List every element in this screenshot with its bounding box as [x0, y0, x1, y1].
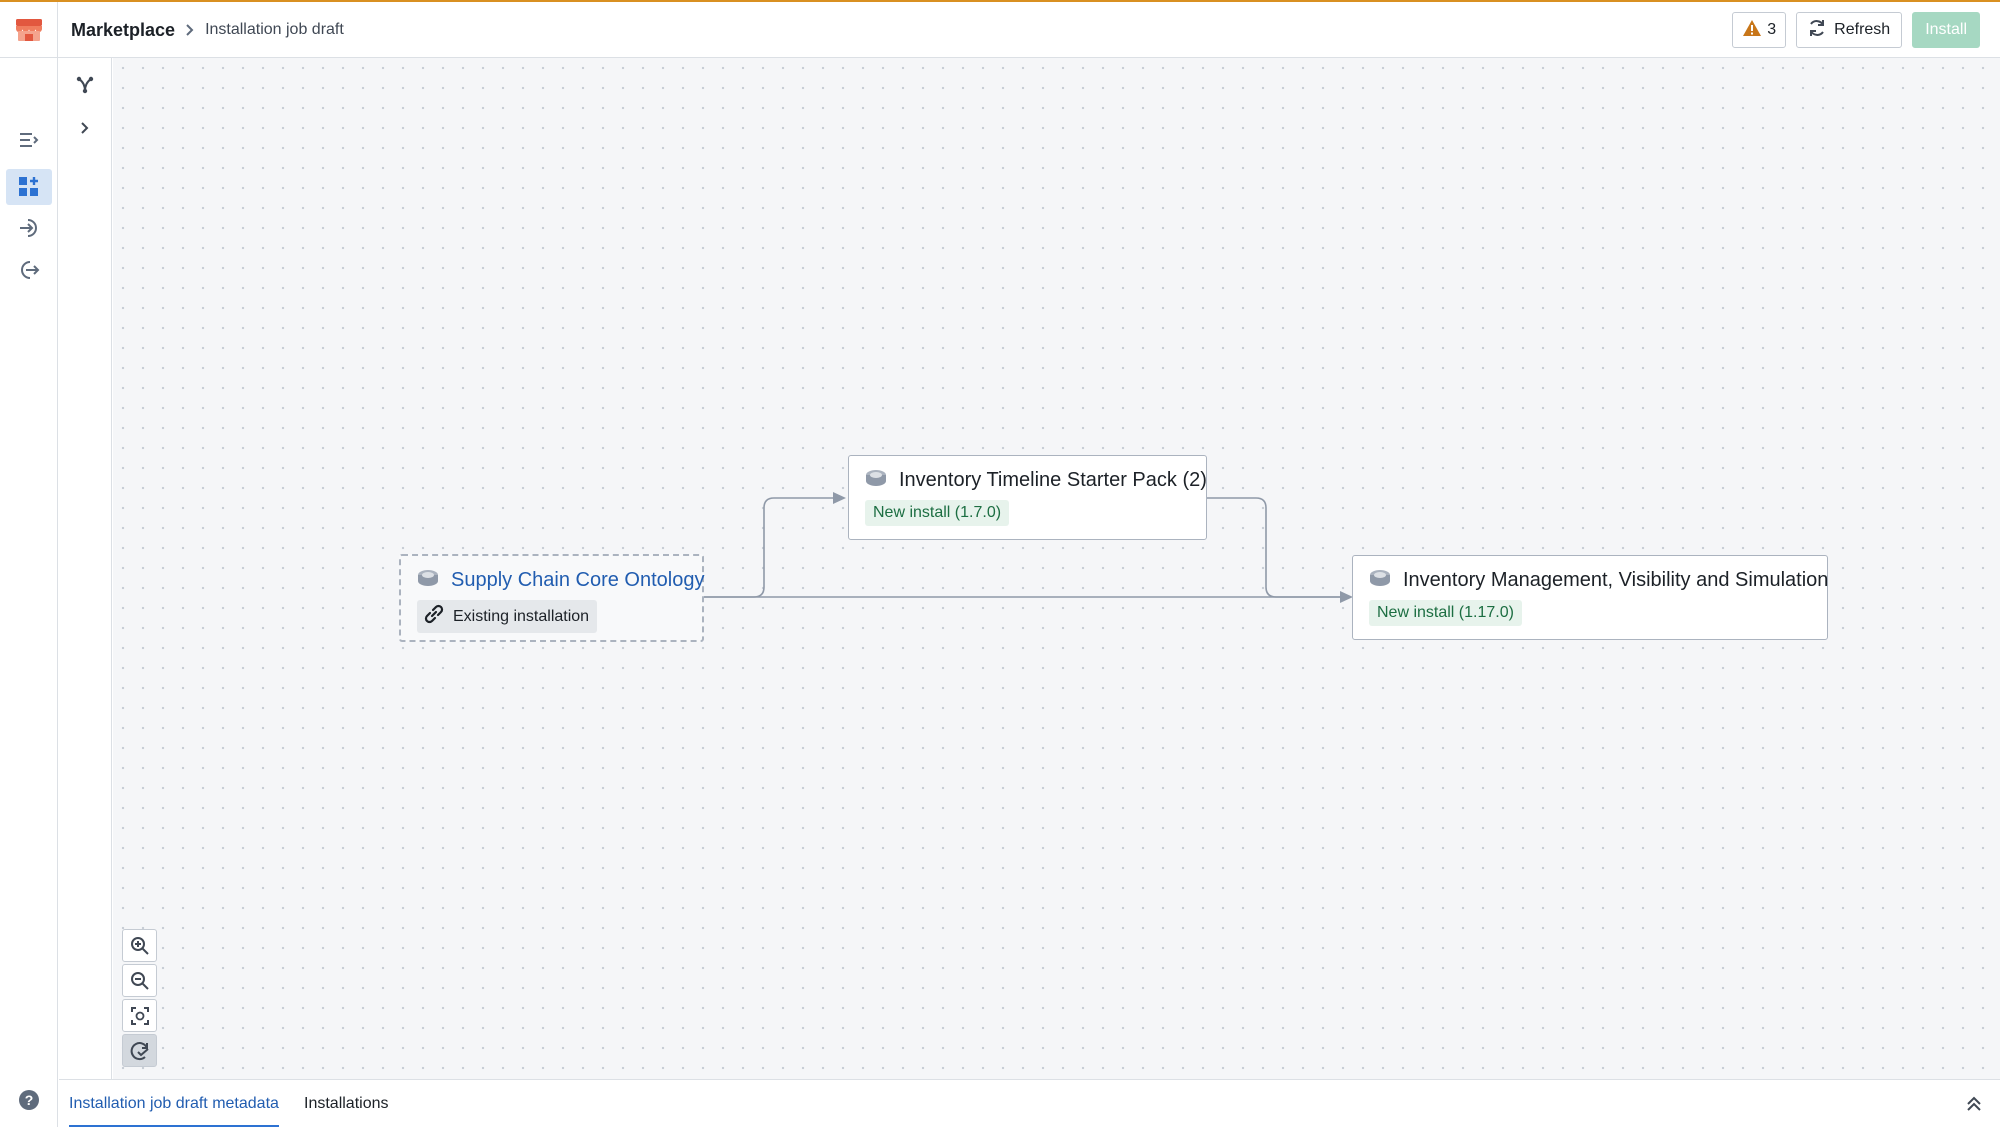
log-in-icon[interactable]	[6, 211, 52, 245]
node-title[interactable]: Supply Chain Core Ontology	[451, 569, 704, 592]
install-button[interactable]: Install	[1912, 12, 1980, 48]
edge-timeline-to-ivms	[1207, 497, 1340, 598]
left-rail	[0, 58, 58, 1127]
zoom-in-icon[interactable]	[122, 929, 157, 962]
breadcrumb-marketplace[interactable]: Marketplace	[71, 20, 175, 41]
graph-node-supply-chain-core-ontology[interactable]: Supply Chain Core Ontology Existing inst…	[399, 554, 704, 642]
edge-core-to-timeline	[704, 497, 833, 598]
new-install-tag: New install (1.17.0)	[1369, 600, 1522, 626]
breadcrumb: Marketplace Installation job draft	[71, 2, 344, 58]
tab-installations[interactable]: Installations	[304, 1080, 389, 1127]
chevron-right-icon[interactable]	[68, 111, 102, 145]
log-out-icon[interactable]	[6, 253, 52, 287]
chevron-right-icon	[185, 23, 195, 37]
link-icon	[423, 603, 445, 630]
refresh-button[interactable]: Refresh	[1796, 12, 1903, 48]
warnings-count: 3	[1767, 21, 1777, 38]
zoom-out-icon[interactable]	[122, 964, 157, 997]
marketplace-store-icon[interactable]	[0, 2, 58, 58]
breadcrumb-current: Installation job draft	[205, 21, 344, 38]
edge-arrow	[833, 492, 846, 504]
warnings-button[interactable]: 3	[1732, 12, 1787, 48]
warning-triangle-icon	[1742, 19, 1762, 42]
zoom-controls	[122, 929, 157, 1069]
refresh-label: Refresh	[1834, 21, 1891, 38]
package-icon	[865, 469, 887, 492]
graph-canvas[interactable]: Supply Chain Core Ontology Existing inst…	[113, 58, 2000, 1079]
node-tag-label: Existing installation	[453, 607, 590, 625]
bottom-panel-bar: Installation job draft metadata Installa…	[59, 1079, 2000, 1127]
tab-installation-job-draft-metadata[interactable]: Installation job draft metadata	[69, 1080, 279, 1127]
package-icon	[417, 569, 439, 592]
chevrons-up-icon[interactable]	[1962, 1092, 1986, 1116]
top-actions: 3 Refresh Install	[1732, 12, 1980, 48]
node-title: Inventory Timeline Starter Pack (2)	[899, 469, 1207, 491]
list-expand-icon[interactable]	[6, 123, 52, 157]
secondary-rail	[59, 58, 112, 1079]
graph-fork-icon[interactable]	[68, 68, 102, 102]
graph-node-inventory-timeline-starter-pack[interactable]: Inventory Timeline Starter Pack (2) New …	[848, 455, 1207, 540]
package-icon	[1369, 569, 1391, 592]
refresh-icon	[1808, 19, 1826, 42]
graph-node-inventory-management-visibility-simulation[interactable]: Inventory Management, Visibility and Sim…	[1352, 555, 1828, 640]
new-install-tag: New install (1.7.0)	[865, 500, 1010, 526]
existing-installation-tag: Existing installation	[417, 600, 598, 633]
graph-grid-icon[interactable]	[6, 169, 52, 205]
auto-layout-icon[interactable]	[122, 1034, 157, 1067]
node-title: Inventory Management, Visibility and Sim…	[1403, 569, 1829, 591]
help-circle-icon[interactable]: ?	[14, 1085, 44, 1115]
zoom-to-fit-icon[interactable]	[122, 999, 157, 1032]
top-bar: Marketplace Installation job draft 3 Ref…	[0, 0, 2000, 58]
svg-text:?: ?	[25, 1092, 34, 1108]
